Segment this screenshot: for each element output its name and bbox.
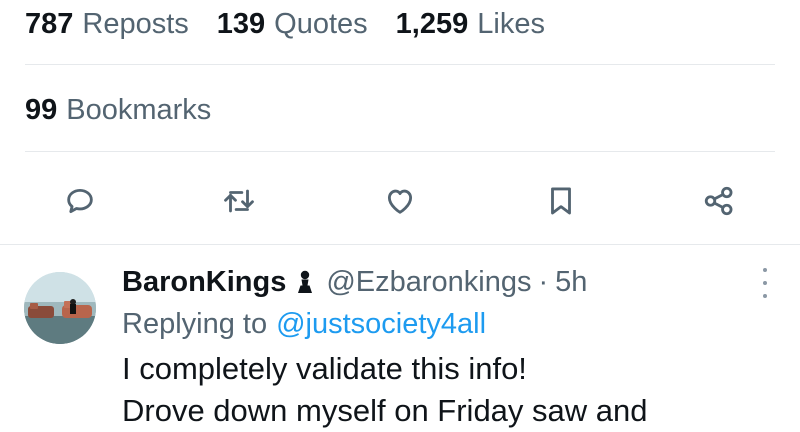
avatar-image — [24, 272, 96, 344]
reposts-label: Reposts — [82, 7, 189, 40]
replying-to: Replying to @justsociety4all — [122, 304, 780, 344]
likes-stat[interactable]: 1,259 Likes — [396, 8, 545, 41]
quotes-count: 139 — [216, 7, 266, 40]
bookmarks-label: Bookmarks — [66, 93, 212, 126]
display-name[interactable]: BaronKings — [122, 266, 286, 299]
share-button[interactable] — [694, 176, 744, 226]
reply-text-line: I completely validate this info! — [122, 351, 527, 386]
like-button[interactable] — [375, 176, 425, 226]
quotes-label: Quotes — [274, 7, 368, 40]
bookmark-icon — [551, 187, 571, 215]
reply-text: I completely validate this info! Drove d… — [122, 348, 780, 432]
repost-icon — [224, 189, 254, 213]
replying-label: Replying to — [122, 307, 268, 340]
reply-header: BaronKings @Ezbaronkings · 5h — [122, 262, 780, 302]
quotes-stat[interactable]: 139 Quotes — [217, 8, 368, 41]
likes-count: 1,259 — [395, 7, 469, 40]
action-bar — [0, 176, 800, 226]
engagement-stats: 787 Reposts 139 Quotes 1,259 Likes — [25, 0, 775, 48]
share-icon — [704, 186, 733, 216]
bookmarks-count: 99 — [25, 93, 58, 126]
reply-button[interactable] — [55, 176, 105, 226]
bookmarks-stat: 99 Bookmarks — [25, 88, 211, 132]
divider — [0, 244, 800, 245]
avatar[interactable] — [24, 272, 96, 344]
reply-content: BaronKings @Ezbaronkings · 5h Replying t… — [122, 262, 780, 432]
reposts-stat[interactable]: 787 Reposts — [25, 8, 189, 41]
more-options-icon[interactable] — [758, 268, 772, 298]
reply-text-line: Drove down myself on Friday saw and — [122, 393, 648, 428]
bookmark-button[interactable] — [536, 176, 586, 226]
likes-label: Likes — [477, 7, 545, 40]
timestamp[interactable]: 5h — [555, 266, 587, 299]
repost-button[interactable] — [214, 176, 264, 226]
divider — [25, 64, 775, 65]
reply-icon — [67, 188, 93, 214]
user-handle[interactable]: @Ezbaronkings — [326, 266, 531, 299]
reposts-count: 787 — [25, 7, 74, 40]
reply-post[interactable]: BaronKings @Ezbaronkings · 5h Replying t… — [0, 248, 800, 430]
separator-dot: · — [538, 265, 549, 298]
pawn-icon — [294, 270, 316, 294]
like-icon — [387, 189, 413, 214]
mention-link[interactable]: @justsociety4all — [276, 308, 486, 341]
divider — [25, 151, 775, 152]
